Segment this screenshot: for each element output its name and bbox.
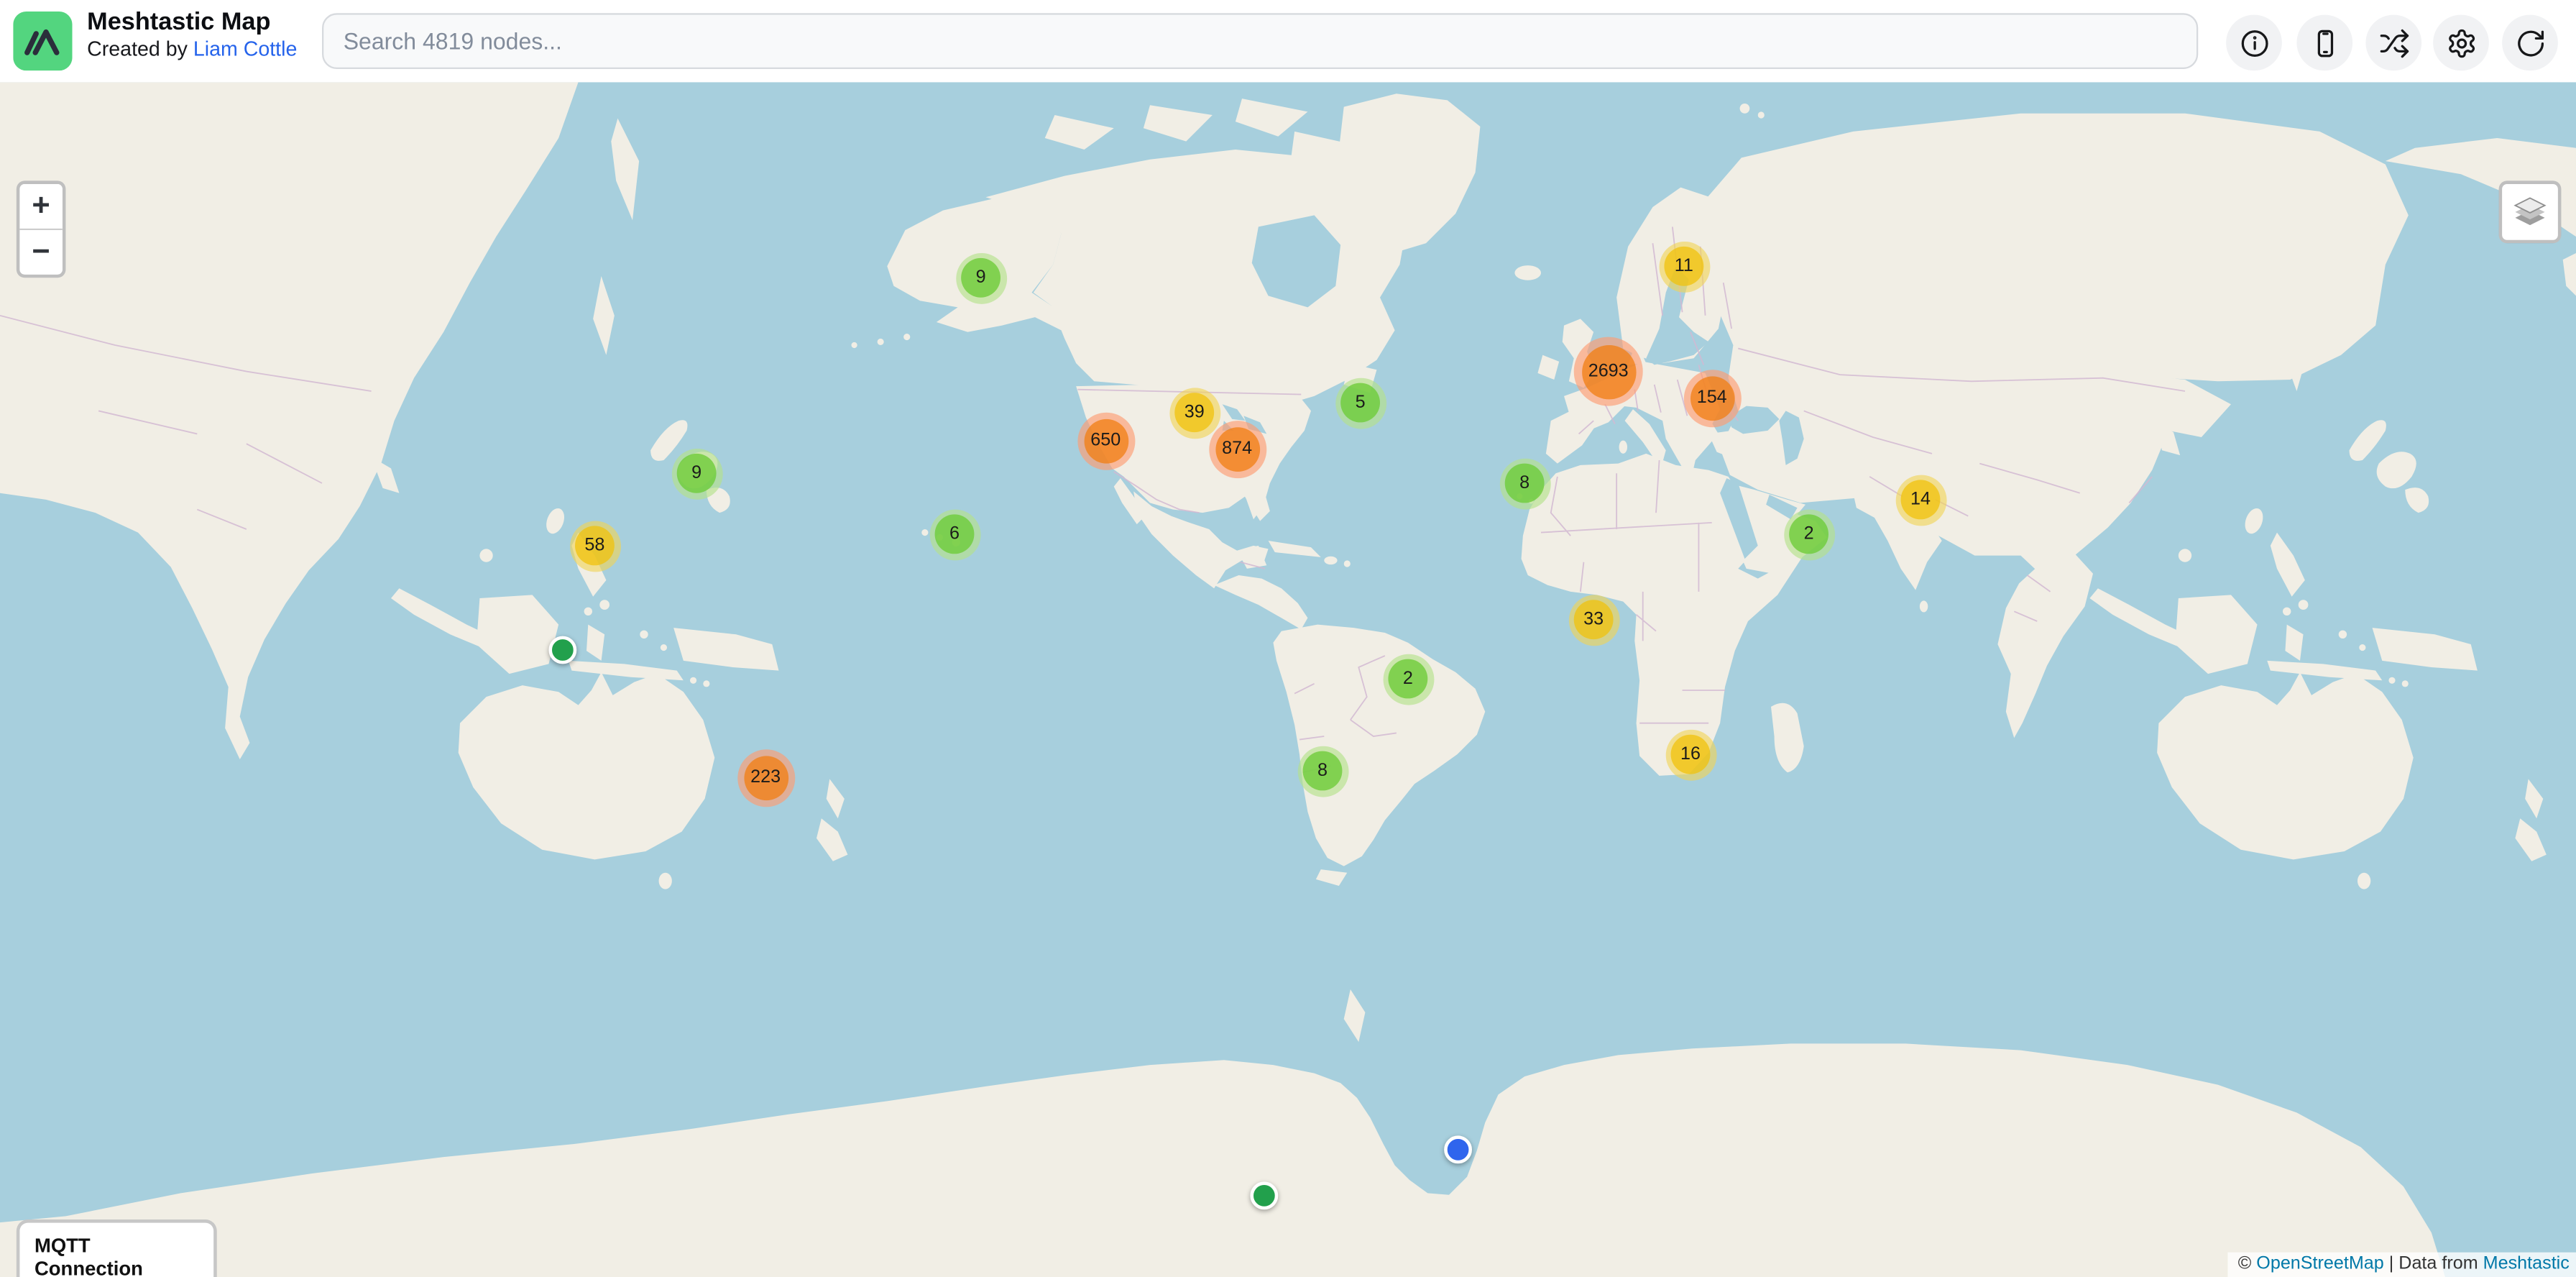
node-cluster-marker[interactable]: 14 xyxy=(1895,474,1946,525)
openstreetmap-link[interactable]: OpenStreetMap xyxy=(2256,1254,2383,1273)
meshtastic-logo xyxy=(13,12,72,70)
node-cluster-marker[interactable]: 5 xyxy=(1335,377,1386,429)
attribution-middle: | Data from xyxy=(2384,1254,2483,1273)
attribution-copyright: © xyxy=(2238,1254,2257,1273)
title-block: Meshtastic Map Created by Liam Cottle xyxy=(87,8,297,62)
node-cluster-marker[interactable]: 8 xyxy=(1297,746,1348,797)
shuffle-icon xyxy=(2378,27,2409,58)
node-cluster-marker[interactable]: 223 xyxy=(737,749,794,806)
refresh-button[interactable] xyxy=(2502,15,2558,71)
node-cluster-marker[interactable]: 8 xyxy=(1499,458,1550,509)
cluster-count: 2 xyxy=(1789,514,1828,554)
world-map[interactable]: 911269315439650874582149586332816223 + −… xyxy=(0,82,2576,1277)
page-title: Meshtastic Map xyxy=(87,8,297,36)
zoom-in-button[interactable]: + xyxy=(19,184,62,230)
node-cluster-marker[interactable]: 9 xyxy=(671,448,722,499)
cluster-count: 6 xyxy=(935,514,975,554)
cluster-count: 650 xyxy=(1083,418,1128,463)
cluster-count: 8 xyxy=(1505,464,1545,503)
node-cluster-marker[interactable]: 11 xyxy=(1658,241,1709,292)
cluster-count: 33 xyxy=(1574,600,1614,639)
top-bar: Meshtastic Map Created by Liam Cottle xyxy=(0,0,2576,82)
mqtt-connection-legend: MQTT Connection ConnectedDisconnected xyxy=(17,1219,217,1277)
cluster-count: 11 xyxy=(1664,247,1703,286)
info-button[interactable] xyxy=(2226,15,2282,71)
map-attribution: © OpenStreetMap | Data from Meshtastic xyxy=(2228,1253,2576,1277)
info-icon xyxy=(2238,27,2269,58)
meshtastic-link[interactable]: Meshtastic xyxy=(2483,1254,2570,1273)
world-map-tiles xyxy=(0,82,2576,1277)
node-cluster-marker[interactable]: 2 xyxy=(1783,508,1834,559)
node-marker-connected[interactable] xyxy=(548,635,576,663)
node-cluster-marker[interactable]: 2693 xyxy=(1574,337,1643,406)
meshtastic-map-app: 911269315439650874582149586332816223 + −… xyxy=(0,0,2576,1277)
node-cluster-marker[interactable]: 33 xyxy=(1568,594,1619,645)
cluster-count: 14 xyxy=(1901,480,1941,519)
gear-icon xyxy=(2445,27,2476,58)
node-cluster-marker[interactable]: 58 xyxy=(569,520,620,571)
cluster-count: 58 xyxy=(575,526,615,565)
cluster-count: 874 xyxy=(1215,426,1259,471)
zoom-out-button[interactable]: − xyxy=(19,230,62,275)
node-marker-disconnected[interactable] xyxy=(1443,1135,1471,1163)
cluster-count: 154 xyxy=(1690,375,1734,420)
cluster-count: 2693 xyxy=(1581,344,1635,398)
layers-control-button[interactable] xyxy=(2499,180,2562,243)
node-cluster-marker[interactable]: 39 xyxy=(1169,387,1220,438)
map-zoom-control: + − xyxy=(17,180,66,278)
cluster-count: 39 xyxy=(1174,393,1214,432)
node-cluster-marker[interactable]: 16 xyxy=(1665,729,1716,780)
node-marker-connected[interactable] xyxy=(1249,1181,1277,1209)
legend-title: MQTT Connection xyxy=(34,1235,199,1277)
cluster-count: 223 xyxy=(743,755,788,800)
meshtastic-logo-icon xyxy=(13,12,72,70)
cluster-count: 8 xyxy=(1303,751,1343,791)
node-cluster-marker[interactable]: 6 xyxy=(929,508,980,559)
node-cluster-marker[interactable]: 874 xyxy=(1208,420,1266,477)
cluster-count: 5 xyxy=(1340,383,1380,423)
shuffle-button[interactable] xyxy=(2365,15,2421,71)
byline-prefix: Created by xyxy=(87,38,193,61)
cluster-count: 9 xyxy=(961,258,1000,298)
search-input[interactable] xyxy=(322,13,2198,69)
liam-cottle-link[interactable]: Liam Cottle xyxy=(193,38,298,61)
mobile-device-button[interactable] xyxy=(2296,15,2352,71)
node-cluster-marker[interactable]: 650 xyxy=(1077,412,1134,470)
smartphone-icon xyxy=(2309,27,2340,58)
node-cluster-marker[interactable]: 2 xyxy=(1382,654,1433,705)
node-cluster-marker[interactable]: 9 xyxy=(955,252,1006,303)
layers-icon xyxy=(2511,194,2550,230)
settings-button[interactable] xyxy=(2433,15,2489,71)
refresh-icon xyxy=(2514,27,2545,58)
node-cluster-marker[interactable]: 154 xyxy=(1683,369,1741,426)
cluster-count: 16 xyxy=(1671,735,1711,774)
cluster-count: 2 xyxy=(1388,659,1427,699)
cluster-count: 9 xyxy=(677,454,717,493)
byline: Created by Liam Cottle xyxy=(87,38,297,62)
